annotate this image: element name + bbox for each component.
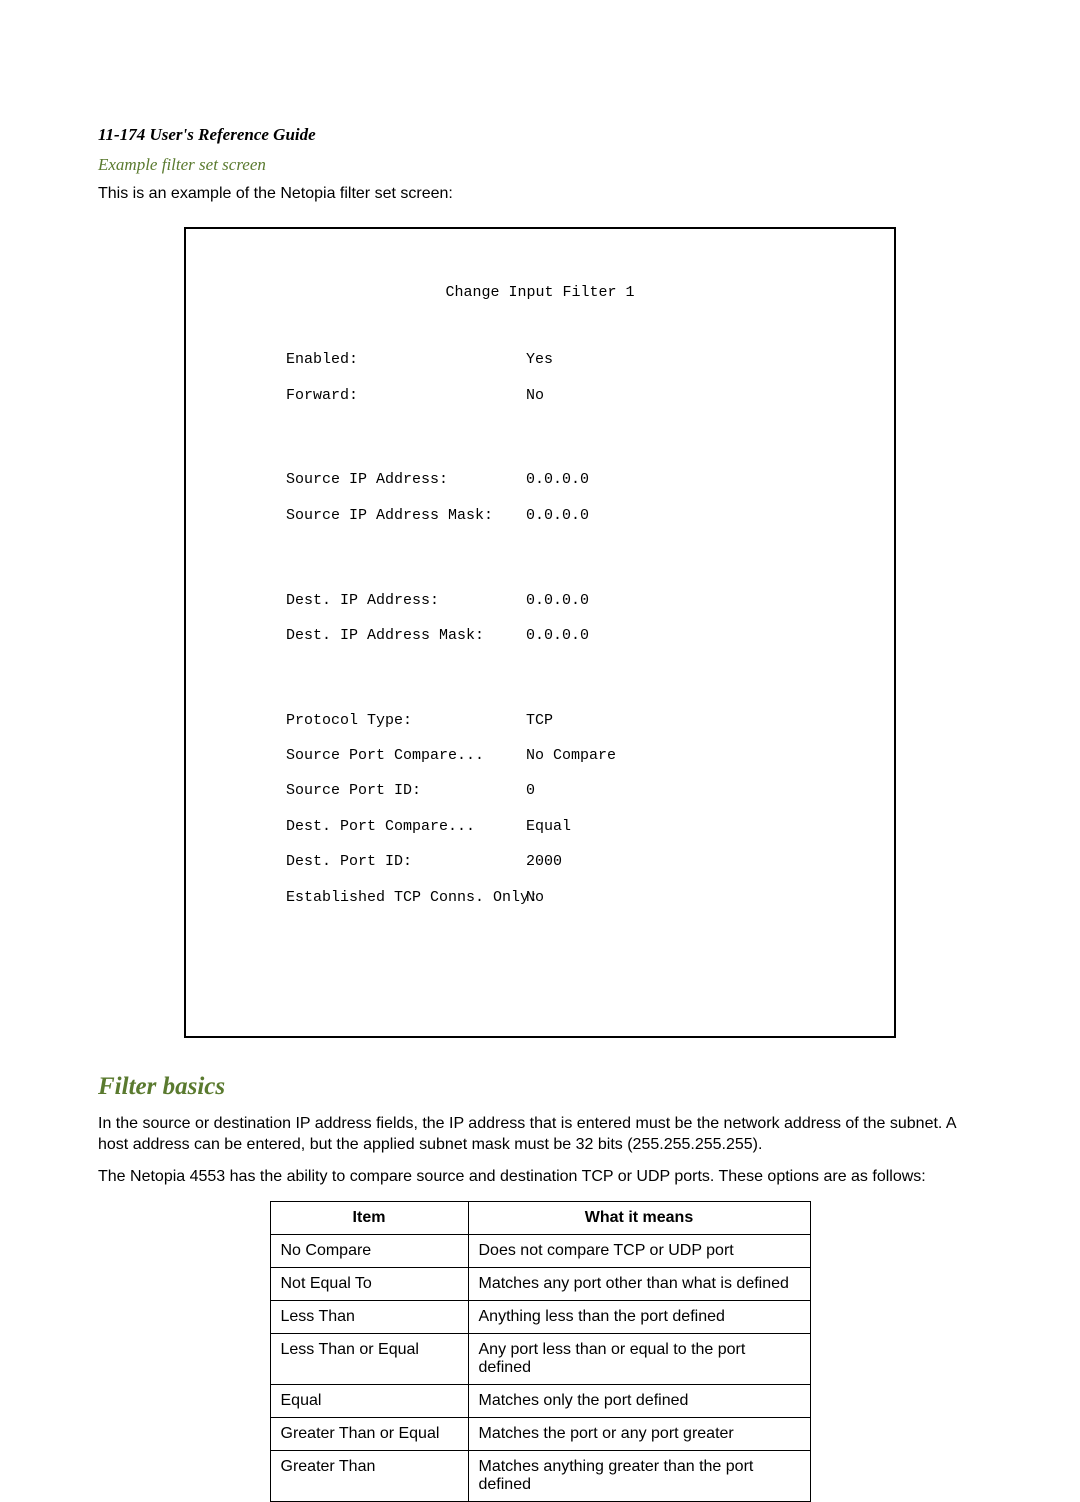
screen-value: No <box>526 889 544 907</box>
table-cell-desc: Anything less than the port defined <box>468 1301 810 1334</box>
filter-basics-para2: The Netopia 4553 has the ability to comp… <box>98 1166 982 1188</box>
screen-value: TCP <box>526 712 553 730</box>
screen-value: 0.0.0.0 <box>526 627 589 645</box>
page-header: 11-174 User's Reference Guide <box>98 125 982 145</box>
screen-label: Protocol Type: <box>226 712 526 730</box>
screen-label: Source Port Compare... <box>226 747 526 765</box>
table-header-row: Item What it means <box>270 1202 810 1235</box>
table-cell-item: Greater Than or Equal <box>270 1418 468 1451</box>
screen-value: 0.0.0.0 <box>526 592 589 610</box>
screen-value: Yes <box>526 351 553 369</box>
screen-value: No <box>526 387 544 405</box>
screen-value: 2000 <box>526 853 562 871</box>
screen-value: 0.0.0.0 <box>526 471 589 489</box>
screen-value: Equal <box>526 818 571 836</box>
compare-table: Item What it means No CompareDoes not co… <box>270 1201 811 1502</box>
table-row: No CompareDoes not compare TCP or UDP po… <box>270 1235 810 1268</box>
screen-label: Source Port ID: <box>226 782 526 800</box>
table-row: Less Than or EqualAny port less than or … <box>270 1334 810 1385</box>
table-header-item: Item <box>270 1202 468 1235</box>
screen-label: Established TCP Conns. Only: <box>226 889 526 907</box>
table-cell-desc: Matches anything greater than the port d… <box>468 1451 810 1502</box>
screen-label: Source IP Address: <box>226 471 526 489</box>
table-cell-desc: Does not compare TCP or UDP port <box>468 1235 810 1268</box>
terminal-screen: Change Input Filter 1 Enabled:Yes Forwar… <box>184 227 896 1038</box>
screen-value: 0.0.0.0 <box>526 507 589 525</box>
table-cell-desc: Any port less than or equal to the port … <box>468 1334 810 1385</box>
screen-label: Enabled: <box>226 351 526 369</box>
table-cell-item: No Compare <box>270 1235 468 1268</box>
screen-label: Dest. IP Address: <box>226 592 526 610</box>
screen-label: Forward: <box>226 387 526 405</box>
table-cell-item: Not Equal To <box>270 1268 468 1301</box>
filter-basics-para1: In the source or destination IP address … <box>98 1113 982 1156</box>
table-cell-item: Equal <box>270 1385 468 1418</box>
table-row: Not Equal ToMatches any port other than … <box>270 1268 810 1301</box>
screen-label: Dest. Port ID: <box>226 853 526 871</box>
screen-label: Dest. IP Address Mask: <box>226 627 526 645</box>
screen-title: Change Input Filter 1 <box>226 284 854 302</box>
filter-basics-heading: Filter basics <box>98 1073 982 1101</box>
table-cell-desc: Matches only the port defined <box>468 1385 810 1418</box>
table-row: Greater Than or EqualMatches the port or… <box>270 1418 810 1451</box>
example-subheading: Example filter set screen <box>98 155 982 175</box>
table-header-desc: What it means <box>468 1202 810 1235</box>
table-cell-item: Less Than or Equal <box>270 1334 468 1385</box>
table-row: Less ThanAnything less than the port def… <box>270 1301 810 1334</box>
example-intro: This is an example of the Netopia filter… <box>98 183 982 205</box>
table-cell-desc: Matches the port or any port greater <box>468 1418 810 1451</box>
table-cell-item: Less Than <box>270 1301 468 1334</box>
table-cell-desc: Matches any port other than what is defi… <box>468 1268 810 1301</box>
screen-label: Dest. Port Compare... <box>226 818 526 836</box>
table-row: Greater ThanMatches anything greater tha… <box>270 1451 810 1502</box>
table-cell-item: Greater Than <box>270 1451 468 1502</box>
screen-value: No Compare <box>526 747 616 765</box>
screen-value: 0 <box>526 782 535 800</box>
table-row: EqualMatches only the port defined <box>270 1385 810 1418</box>
screen-label: Source IP Address Mask: <box>226 507 526 525</box>
